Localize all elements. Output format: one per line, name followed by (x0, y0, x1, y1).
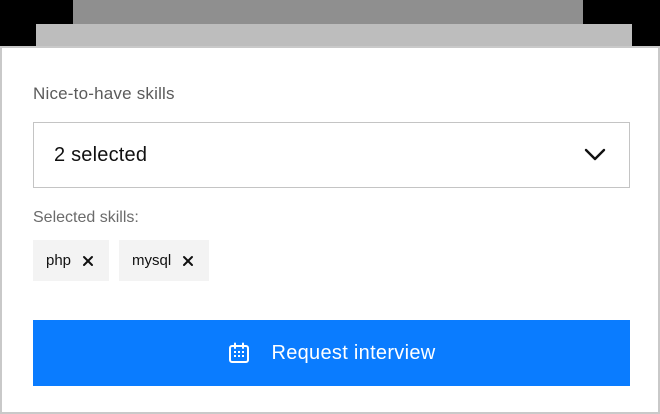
stacked-card-back (73, 0, 583, 24)
request-interview-button[interactable]: Request interview (33, 320, 630, 386)
skill-chip-mysql: mysql (119, 240, 210, 281)
chip-label: mysql (132, 252, 172, 269)
selected-skills-chips: php mysql (33, 240, 210, 281)
close-icon[interactable] (181, 254, 195, 268)
skills-select[interactable]: 2 selected (33, 122, 630, 188)
calendar-icon (227, 341, 251, 365)
chip-label: php (46, 252, 72, 269)
select-value: 2 selected (54, 143, 148, 166)
skills-card: Nice-to-have skills 2 selected Selected … (0, 46, 660, 414)
close-icon[interactable] (81, 254, 95, 268)
field-label: Nice-to-have skills (33, 84, 175, 103)
chevron-down-icon (583, 143, 607, 167)
selected-skills-label: Selected skills: (33, 209, 139, 226)
request-interview-label: Request interview (271, 341, 436, 364)
skill-chip-php: php (33, 240, 110, 281)
stacked-card-middle (36, 24, 632, 48)
